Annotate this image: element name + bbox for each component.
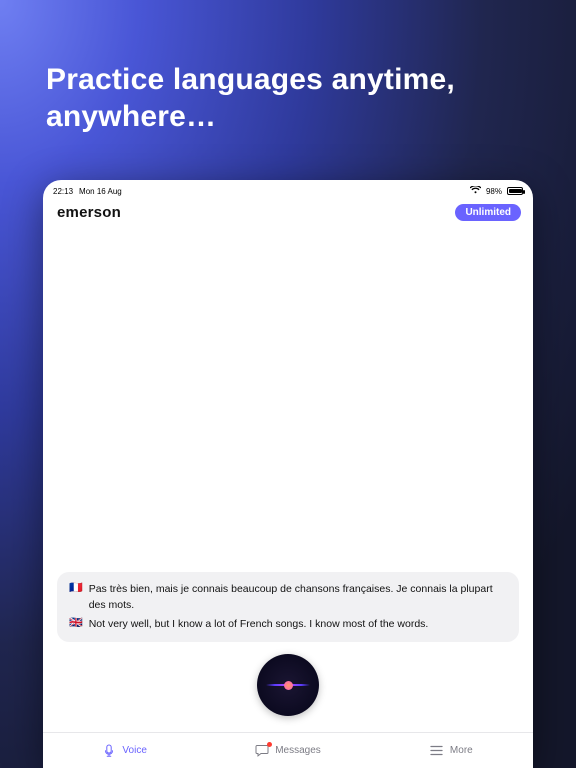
flag-fr-icon: 🇫🇷	[69, 582, 83, 595]
device-frame: 22:13 Mon 16 Aug 98% emerson Unlimited 🇫…	[43, 180, 533, 768]
wifi-icon	[470, 186, 481, 196]
marketing-headline: Practice languages anytime, anywhere…	[46, 62, 536, 135]
promo-background: Practice languages anytime, anywhere… 22…	[0, 0, 576, 768]
tab-messages[interactable]: Messages	[206, 733, 369, 768]
battery-icon	[507, 187, 523, 195]
status-bar: 22:13 Mon 16 Aug 98%	[43, 180, 533, 198]
tab-messages-label: Messages	[275, 745, 321, 756]
status-time: 22:13	[53, 187, 73, 196]
battery-percent: 98%	[486, 187, 502, 196]
app-header: emerson Unlimited	[43, 198, 533, 227]
chat-bubble: 🇫🇷 Pas très bien, mais je connais beauco…	[57, 572, 519, 642]
tab-more[interactable]: More	[370, 733, 533, 768]
flag-gb-icon: 🇬🇧	[69, 617, 83, 630]
voice-wave-icon	[266, 676, 310, 694]
tab-more-label: More	[450, 745, 473, 756]
tab-voice[interactable]: Voice	[43, 733, 206, 768]
unlimited-badge[interactable]: Unlimited	[455, 204, 521, 221]
bubble-text-en: Not very well, but I know a lot of Frenc…	[89, 617, 429, 632]
microphone-icon	[102, 744, 116, 758]
app-name: emerson	[57, 204, 121, 221]
chat-bubble-icon	[255, 744, 269, 758]
status-date: Mon 16 Aug	[79, 187, 122, 196]
hamburger-icon	[430, 744, 444, 758]
bubble-text-fr: Pas très bien, mais je connais beaucoup …	[89, 582, 507, 612]
tab-bar: Voice Messages More	[43, 732, 533, 768]
tab-voice-label: Voice	[122, 745, 146, 756]
voice-record-button[interactable]	[257, 654, 319, 716]
